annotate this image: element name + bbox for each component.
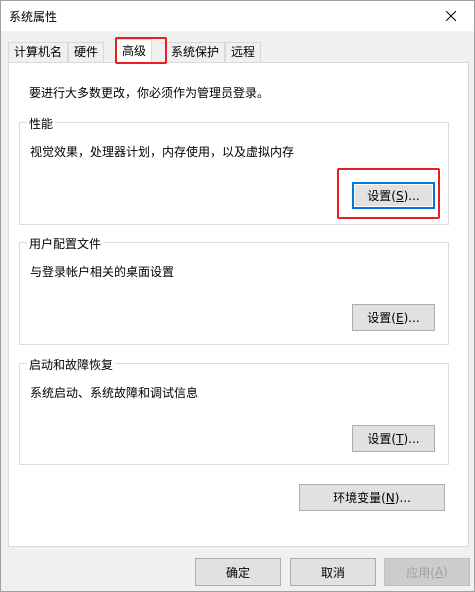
performance-description: 视觉效果，处理器计划，内存使用，以及虚拟内存 xyxy=(30,145,295,159)
apply-button[interactable]: 应用(A) xyxy=(384,558,470,586)
startup-recovery-settings-key: T xyxy=(396,431,404,446)
env-vars-suffix: )... xyxy=(394,490,411,505)
tab-hardware[interactable]: 硬件 xyxy=(68,42,105,63)
environment-variables-button[interactable]: 环境变量(N)... xyxy=(299,484,445,511)
performance-group: 性能 视觉效果，处理器计划，内存使用，以及虚拟内存 设置(S)... xyxy=(19,115,449,225)
user-profiles-settings-key: E xyxy=(395,310,404,325)
user-profiles-group: 用户配置文件 与登录帐户相关的桌面设置 设置(E)... xyxy=(19,235,449,345)
performance-title: 性能 xyxy=(27,115,56,132)
startup-recovery-title: 启动和故障恢复 xyxy=(27,356,116,373)
performance-settings-key: S xyxy=(395,188,404,203)
startup-recovery-settings-button[interactable]: 设置(T)... xyxy=(352,425,435,452)
advanced-panel: 要进行大多数更改，你必须作为管理员登录。 性能 视觉效果，处理器计划，内存使用，… xyxy=(8,62,469,547)
env-vars-prefix: 环境变量( xyxy=(333,491,386,505)
window-title: 系统属性 xyxy=(9,10,58,24)
startup-recovery-group: 启动和故障恢复 系统启动、系统故障和调试信息 设置(T)... xyxy=(19,356,449,465)
startup-recovery-settings-suffix: )... xyxy=(403,431,420,446)
user-profiles-settings-suffix: )... xyxy=(403,310,420,325)
apply-prefix: 应用( xyxy=(406,565,435,580)
startup-recovery-settings-prefix: 设置( xyxy=(367,432,397,446)
close-button[interactable] xyxy=(428,1,474,31)
performance-settings-prefix: 设置( xyxy=(367,189,396,203)
tab-advanced[interactable]: 高级 xyxy=(116,39,153,64)
apply-key: A xyxy=(434,565,444,579)
user-profiles-settings-button[interactable]: 设置(E)... xyxy=(352,304,435,331)
performance-settings-suffix: )... xyxy=(403,188,420,203)
tab-computer-name[interactable]: 计算机名 xyxy=(8,42,69,63)
admin-notice: 要进行大多数更改，你必须作为管理员登录。 xyxy=(29,86,270,100)
close-icon xyxy=(446,11,456,21)
tab-strip: 计算机名 硬件 高级 系统保护 远程 xyxy=(8,39,468,64)
tab-system-protection[interactable]: 系统保护 xyxy=(165,42,226,63)
env-vars-key: N xyxy=(385,490,395,505)
tab-remote[interactable]: 远程 xyxy=(225,42,262,63)
user-profiles-settings-prefix: 设置( xyxy=(367,311,396,325)
title-bar: 系统属性 xyxy=(1,1,474,31)
system-properties-window: 系统属性 计算机名 硬件 高级 系统保护 远程 要进行大多数更改，你必须作为管理… xyxy=(0,0,475,592)
startup-recovery-description: 系统启动、系统故障和调试信息 xyxy=(30,386,199,400)
ok-button[interactable]: 确定 xyxy=(195,558,281,586)
cancel-button[interactable]: 取消 xyxy=(290,558,376,586)
user-profiles-description: 与登录帐户相关的桌面设置 xyxy=(30,265,175,279)
apply-suffix: ) xyxy=(443,565,448,579)
performance-settings-button[interactable]: 设置(S)... xyxy=(352,182,435,209)
user-profiles-title: 用户配置文件 xyxy=(27,235,104,252)
